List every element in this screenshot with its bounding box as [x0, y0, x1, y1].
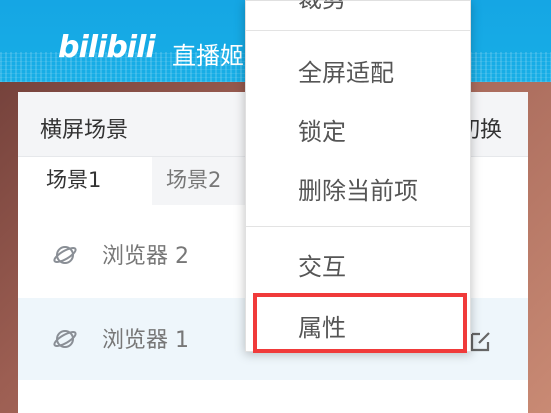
planet-icon [53, 330, 77, 348]
source-row-empty [18, 382, 528, 413]
panel-title: 横屏场景 [40, 118, 129, 143]
tab-scene-1[interactable]: 场景1 [32, 157, 116, 205]
menu-divider [246, 30, 470, 31]
menu-item-delete[interactable]: 删除当前项 [298, 171, 418, 206]
menu-item-crop[interactable]: 裁剪 [298, 0, 346, 14]
header-title: 直播姬 [172, 42, 244, 70]
menu-item-fullscreen-fit[interactable]: 全屏适配 [298, 53, 394, 88]
highlight-box [253, 293, 467, 353]
menu-item-lock[interactable]: 锁定 [298, 112, 346, 147]
planet-icon [53, 246, 77, 264]
source-label: 浏览器 1 [102, 328, 189, 353]
menu-item-interact[interactable]: 交互 [298, 247, 346, 282]
source-label: 浏览器 2 [102, 244, 189, 269]
menu-divider [246, 226, 470, 227]
bilibili-logo: bilibili [58, 30, 156, 65]
edit-icon[interactable] [468, 328, 494, 354]
